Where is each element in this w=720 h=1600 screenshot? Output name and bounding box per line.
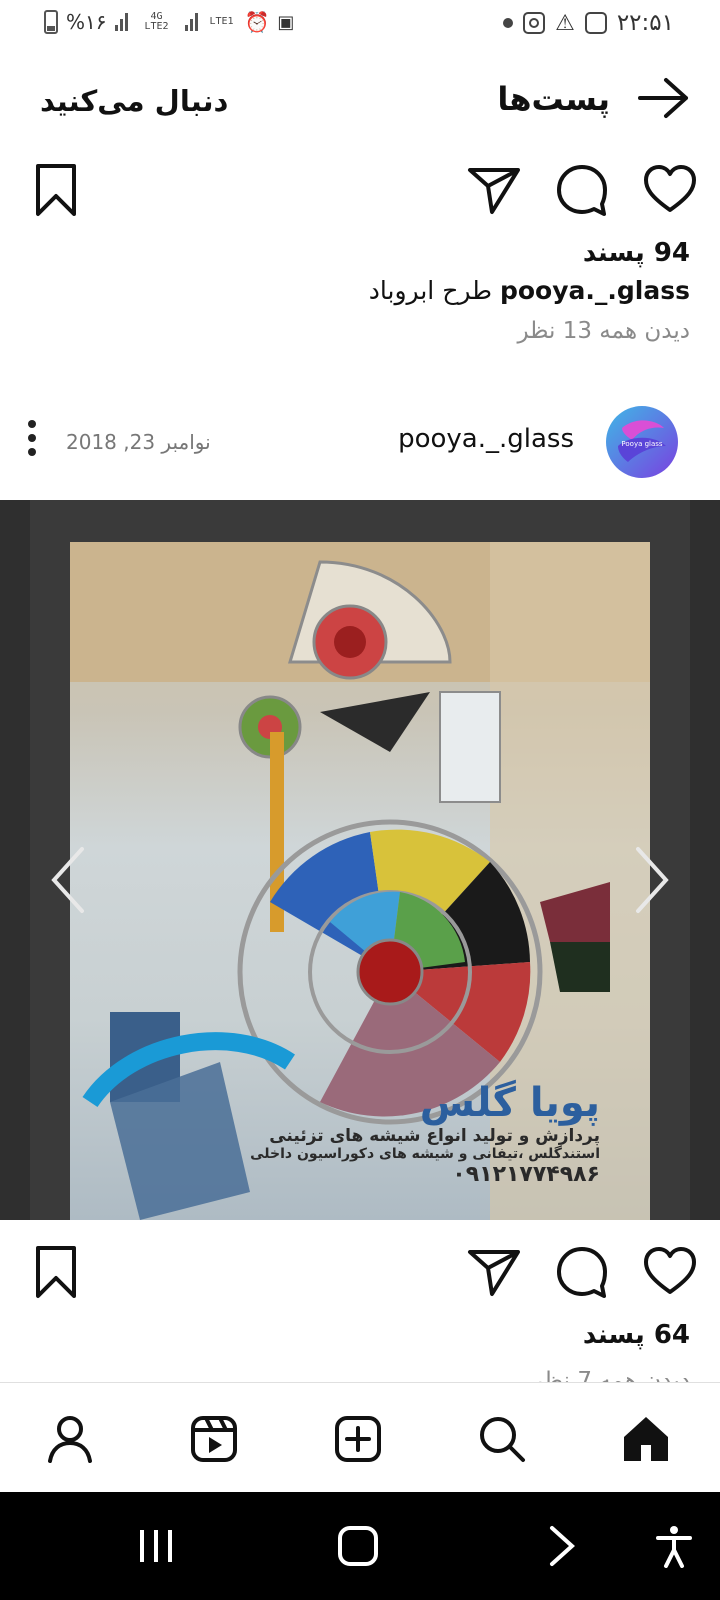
post-image[interactable]: پویا گلس پردازش و تولید انواع شیشه های ت… <box>0 500 720 1220</box>
bookmark-icon[interactable] <box>28 160 88 220</box>
battery-icon <box>44 10 58 34</box>
carousel-next-icon[interactable] <box>632 845 672 915</box>
avatar-logo-icon: Pooya glass <box>618 420 666 462</box>
page-title: پست‌ها <box>497 80 610 118</box>
battery-level: %۱۶ <box>66 10 107 34</box>
view-comments-link[interactable]: دیدن همه 13 نظر <box>517 318 690 344</box>
warning-icon: ⚠ <box>555 10 575 36</box>
home-button-icon[interactable] <box>336 1524 380 1568</box>
like-count[interactable]: 94 پسند <box>583 238 690 268</box>
reels-icon[interactable] <box>188 1413 240 1465</box>
top-header: پست‌ها دنبال می‌کنید <box>0 60 720 140</box>
heart-icon[interactable] <box>640 160 700 220</box>
carousel-prev-icon[interactable] <box>48 845 88 915</box>
post-date: نوامبر 23, 2018 <box>66 430 211 454</box>
status-bar: %۱۶ 4G LTE2 LTE1 ⏰ ▣ ⚠ ۲۲:۵۱ <box>0 0 720 52</box>
back-button-icon[interactable] <box>540 1524 584 1568</box>
post-username[interactable]: pooya._.glass <box>398 424 574 454</box>
home-icon[interactable] <box>620 1413 672 1465</box>
photo-brand: پویا گلس <box>419 1080 600 1126</box>
status-right: ⚠ ۲۲:۵۱ <box>503 10 674 36</box>
system-navigation-bar <box>0 1492 720 1600</box>
accessibility-icon[interactable] <box>652 1524 696 1568</box>
clock: ۲۲:۵۱ <box>616 10 674 36</box>
photo-line-2: استندگلس ،تیفانی و شیشه های دکوراسیون دا… <box>250 1146 600 1162</box>
photo-line-1: پردازش و تولید انواع شیشه های تزئینی <box>269 1126 600 1146</box>
recent-apps-icon[interactable] <box>134 1524 178 1568</box>
instagram-icon <box>523 12 546 34</box>
photo-phone: ۰۹۱۲۱۷۷۴۹۸۶ <box>452 1162 600 1187</box>
avatar[interactable]: Pooya glass <box>606 406 678 478</box>
signal-icon <box>184 13 199 31</box>
post-header: Pooya glass pooya._.glass نوامبر 23, 201… <box>0 400 720 490</box>
avatar-text: Pooya glass <box>621 440 663 448</box>
following-label[interactable]: دنبال می‌کنید <box>40 84 228 118</box>
search-icon[interactable] <box>476 1413 528 1465</box>
signal-icon <box>114 13 129 31</box>
caption-text: طرح ابروباد <box>368 276 493 305</box>
post-caption: pooya._.glass طرح ابروباد <box>369 276 690 305</box>
profile-icon[interactable] <box>44 1413 96 1465</box>
post-actions <box>0 1242 720 1312</box>
heart-icon[interactable] <box>640 1242 700 1302</box>
post-actions <box>0 160 720 230</box>
gallery-icon <box>584 12 607 34</box>
network-label-1: LTE1 <box>209 16 234 27</box>
comments-clip: دیدن همه 7 نظر <box>0 1330 720 1382</box>
send-icon[interactable] <box>464 160 524 220</box>
alarm-icon: ⏰ <box>244 10 270 34</box>
more-options-icon[interactable] <box>20 416 44 462</box>
create-icon[interactable] <box>332 1413 384 1465</box>
notification-icon: ▣ <box>277 11 295 33</box>
bookmark-icon[interactable] <box>28 1242 88 1302</box>
view-comments-link[interactable]: دیدن همه 7 نظر <box>532 1368 690 1382</box>
bottom-navigation <box>0 1382 720 1492</box>
status-left: %۱۶ 4G LTE2 LTE1 ⏰ ▣ <box>44 10 294 34</box>
photo-watermark: پویا گلس پردازش و تولید انواع شیشه های ت… <box>250 1080 600 1187</box>
send-icon[interactable] <box>464 1242 524 1302</box>
dot-icon <box>503 18 514 28</box>
back-arrow-icon[interactable] <box>636 76 692 120</box>
caption-username[interactable]: pooya._.glass <box>500 276 690 305</box>
comment-icon[interactable] <box>552 1242 612 1302</box>
network-label-2: 4G LTE2 <box>144 11 169 32</box>
comment-icon[interactable] <box>552 160 612 220</box>
